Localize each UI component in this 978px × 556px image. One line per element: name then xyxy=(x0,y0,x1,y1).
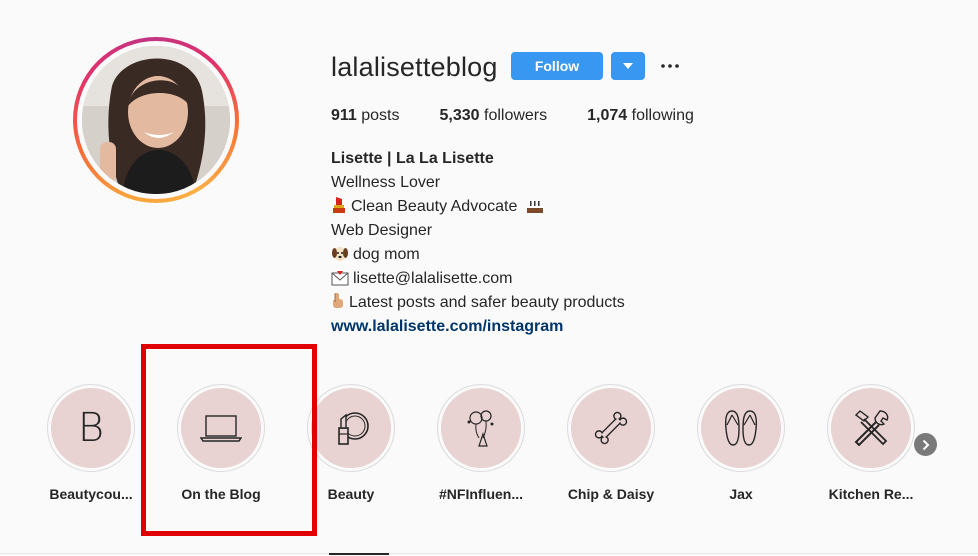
highlight-kitchen-reno[interactable]: Kitchen Re... xyxy=(811,384,931,502)
highlight-ring: B xyxy=(47,384,135,472)
profile-bio: Lisette | La La Lisette Wellness Lover C… xyxy=(331,147,625,339)
bio-line-2-text: Clean Beauty Advocate xyxy=(351,198,518,215)
profile-avatar-ring[interactable] xyxy=(73,37,239,203)
avatar-gap xyxy=(77,41,235,199)
highlight-cover xyxy=(701,388,781,468)
mirror-lipstick-icon xyxy=(338,412,369,445)
highlight-chip-daisy[interactable]: Chip & Daisy xyxy=(551,384,671,502)
flip-flops-icon xyxy=(724,410,758,446)
highlight-cover: B xyxy=(51,388,131,468)
cake-icon xyxy=(526,201,543,213)
highlight-label: Kitchen Re... xyxy=(828,486,914,502)
posts-label: posts xyxy=(356,107,400,124)
pointing-down-icon xyxy=(333,293,343,308)
highlight-jax[interactable]: Jax xyxy=(681,384,801,502)
bone-icon xyxy=(594,411,628,445)
follow-button[interactable]: Follow xyxy=(511,52,603,80)
suggested-accounts-button[interactable] xyxy=(611,52,645,80)
more-dots-icon xyxy=(661,64,679,68)
chevron-right-icon xyxy=(922,439,929,450)
bio-line-6: Latest posts and safer beauty products xyxy=(331,291,625,315)
active-tab-indicator xyxy=(329,553,389,555)
profile-username: lalalisetteblog xyxy=(331,52,498,82)
following-count: 1,074 xyxy=(587,107,628,124)
bio-line-5: lisette@lalalisette.com xyxy=(331,267,625,291)
tools-icon xyxy=(854,410,889,447)
bio-line-6-text: Latest posts and safer beauty products xyxy=(349,294,625,311)
followers-count: 5,330 xyxy=(439,107,480,124)
posts-count: 911 xyxy=(331,107,357,124)
bio-line-5-text: lisette@lalalisette.com xyxy=(353,270,513,287)
bio-line-4: dog mom xyxy=(331,243,625,267)
envelope-icon xyxy=(331,271,349,286)
bio-line-2: Clean Beauty Advocate xyxy=(331,195,625,219)
balloons-icon xyxy=(467,410,494,447)
bio-line-3: Web Designer xyxy=(331,222,433,239)
highlight-beautycounter[interactable]: B Beautycou... xyxy=(31,384,151,502)
bio-website-link[interactable]: www.lalalisette.com/instagram xyxy=(331,315,625,339)
bio-line-1: Wellness Lover xyxy=(331,174,441,191)
avatar-photo xyxy=(82,46,230,194)
highlight-ring xyxy=(567,384,655,472)
highlight-ring xyxy=(697,384,785,472)
bio-full-name: Lisette | La La Lisette xyxy=(331,150,494,167)
bio-line-4-text: dog mom xyxy=(353,246,420,263)
highlight-label: Beautycou... xyxy=(49,486,133,502)
highlight-cover xyxy=(831,388,911,468)
highlight-ring xyxy=(827,384,915,472)
highlight-cover xyxy=(441,388,521,468)
highlight-ring xyxy=(307,384,395,472)
lipstick-icon xyxy=(333,197,345,213)
highlight-cover xyxy=(571,388,651,468)
avatar[interactable] xyxy=(82,46,230,194)
highlight-nfinfluencer[interactable]: #NFInfluen... xyxy=(421,384,541,502)
dog-icon xyxy=(332,247,348,261)
highlight-label: Chip & Daisy xyxy=(567,486,655,502)
more-options-button[interactable] xyxy=(656,52,684,80)
stat-followers[interactable]: 5,330 followers xyxy=(440,107,548,125)
annotation-highlight-box xyxy=(141,344,317,536)
highlight-cover xyxy=(311,388,391,468)
highlight-ring xyxy=(437,384,525,472)
profile-stats: 911 posts 5,330 followers 1,074 followin… xyxy=(331,107,734,125)
tabs-divider xyxy=(0,553,978,554)
following-label: following xyxy=(627,107,694,124)
highlights-next-button[interactable] xyxy=(914,433,937,456)
highlight-label: Jax xyxy=(729,486,753,502)
stat-following[interactable]: 1,074 following xyxy=(587,107,694,125)
stat-posts: 911 posts xyxy=(331,107,400,125)
letter-b-icon: B xyxy=(77,405,105,451)
followers-label: followers xyxy=(479,107,548,124)
highlight-label: #NFInfluen... xyxy=(439,486,523,502)
caret-down-icon xyxy=(623,63,633,69)
